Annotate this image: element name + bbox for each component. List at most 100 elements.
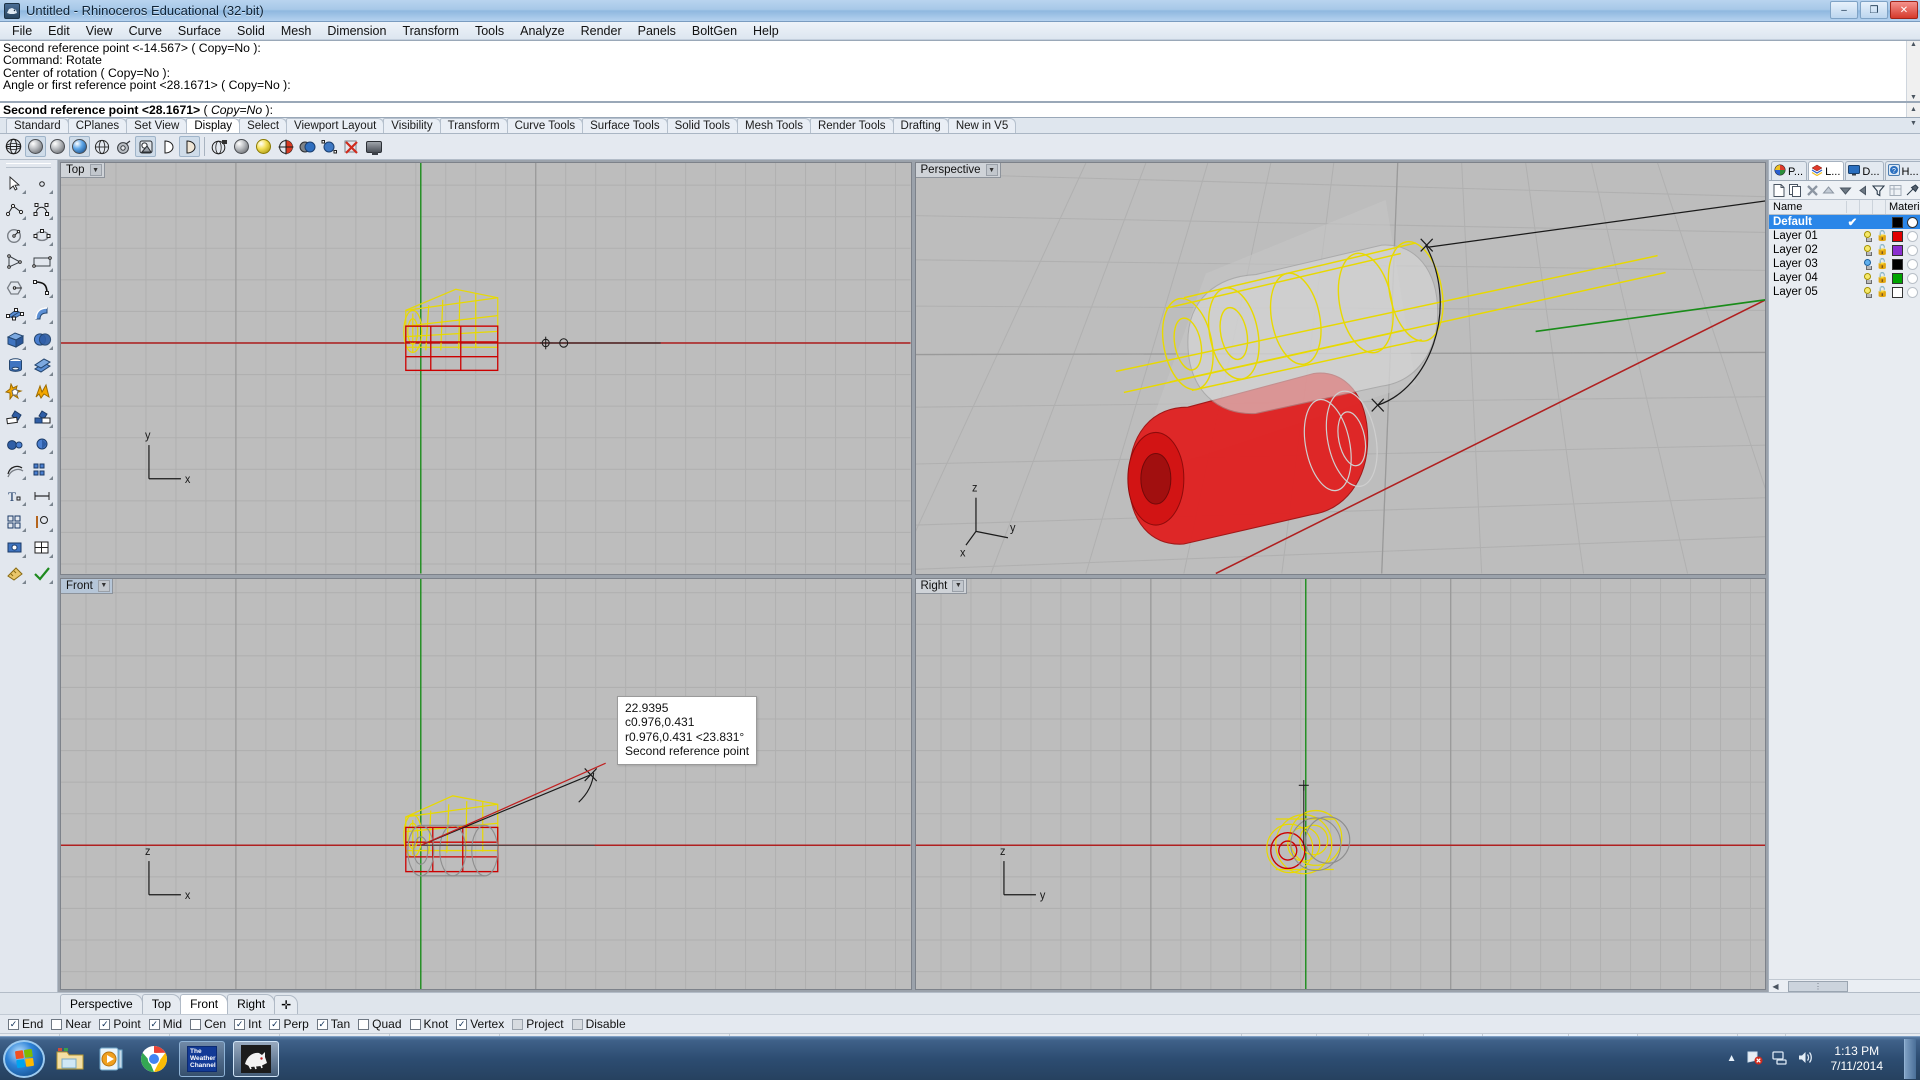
command-history-pane[interactable]: Second reference point <-14.567> ( Copy=… (0, 40, 1920, 102)
layer-visibility-icon[interactable] (1860, 244, 1875, 256)
checkbox-icon[interactable] (409, 1018, 421, 1030)
show-desktop-button[interactable] (1904, 1038, 1916, 1079)
cylinder-icon[interactable] (2, 353, 28, 378)
viewport-tab-right[interactable]: Right (227, 994, 276, 1014)
scrollbar-thumb[interactable]: ⋮ (1788, 980, 1848, 992)
menu-dimension[interactable]: Dimension (319, 23, 394, 39)
tab-new-in-v5[interactable]: New in V5 (947, 118, 1017, 133)
chrome-icon[interactable] (137, 1042, 171, 1076)
extrude-surface-icon[interactable] (29, 301, 55, 326)
trim-icon[interactable] (2, 405, 28, 430)
menu-render[interactable]: Render (573, 23, 630, 39)
layer-visibility-icon[interactable] (1860, 230, 1875, 242)
box-icon[interactable] (2, 327, 28, 352)
layer-visibility-icon[interactable] (1860, 286, 1875, 298)
tab-cplanes[interactable]: CPlanes (67, 118, 128, 133)
sketch-display-icon[interactable] (179, 136, 200, 157)
ellipse-icon[interactable] (29, 223, 55, 248)
viewport-right-canvas[interactable]: z y (915, 578, 1766, 990)
media-player-icon[interactable] (95, 1042, 129, 1076)
layer-color-swatch[interactable] (1890, 230, 1905, 242)
layer-material-swatch[interactable] (1905, 216, 1920, 228)
start-orb-icon[interactable] (3, 1039, 45, 1078)
analyze-icon[interactable] (29, 509, 55, 534)
menu-boltgen[interactable]: BoltGen (684, 23, 745, 39)
command-prompt[interactable]: Second reference point <28.1671> ( Copy=… (0, 102, 1920, 127)
tab-standard[interactable]: Standard (6, 118, 69, 133)
menu-curve[interactable]: Curve (121, 23, 170, 39)
text-icon[interactable]: T (2, 483, 28, 508)
panel-tab-layers[interactable]: L... (1808, 161, 1845, 180)
command-prompt-option[interactable]: Copy=No (211, 103, 262, 117)
xray-display-icon[interactable] (91, 136, 112, 157)
table-row[interactable]: Layer 05 🔓 (1769, 285, 1920, 299)
viewport-perspective-canvas[interactable]: z y x (915, 163, 1766, 574)
curvature-graph-icon[interactable] (319, 136, 340, 157)
menu-mesh[interactable]: Mesh (273, 23, 320, 39)
osnap-tan[interactable]: ✓ Tan (316, 1017, 350, 1031)
viewport-tab-perspective[interactable]: Perspective (60, 994, 143, 1014)
rectangle-icon[interactable] (29, 249, 55, 274)
menu-view[interactable]: View (78, 23, 121, 39)
move-up-icon[interactable] (1821, 182, 1837, 198)
weather-channel-icon[interactable]: The Weather Channel (179, 1040, 225, 1077)
tab-mesh-tools[interactable]: Mesh Tools (737, 118, 811, 133)
render-in-window-icon[interactable] (275, 136, 296, 157)
layer-material-swatch[interactable] (1905, 244, 1920, 256)
dimension-icon[interactable] (29, 483, 55, 508)
scroll-down-icon[interactable]: ▼ (1910, 94, 1917, 101)
pen-display-icon[interactable] (157, 136, 178, 157)
tab-display[interactable]: Display (186, 118, 241, 133)
check-icon[interactable] (29, 561, 55, 586)
point-icon[interactable] (29, 171, 55, 196)
panel-tab-display[interactable]: D... (1845, 161, 1884, 180)
layer-color-swatch[interactable] (1890, 216, 1905, 228)
viewport-right-label[interactable]: Right ▼ (915, 578, 968, 594)
rhinoceros-icon[interactable] (233, 1040, 279, 1077)
layer-visibility-icon[interactable] (1860, 272, 1875, 284)
panel-tab-properties[interactable]: P... (1771, 161, 1808, 180)
osnap-quad[interactable]: Quad (358, 1017, 402, 1031)
viewport-perspective[interactable]: z y x Perspective ▼ (914, 162, 1766, 575)
move-down-icon[interactable] (1838, 182, 1854, 198)
select-arrow-icon[interactable] (2, 171, 28, 196)
viewport-front[interactable]: z x Front ▼ 22.9395 c0.976,0.431 r0.976,… (60, 577, 912, 990)
surface-from-points-icon[interactable] (2, 301, 28, 326)
hide-control-points-icon[interactable] (341, 136, 362, 157)
menu-file[interactable]: File (4, 23, 40, 39)
explorer-icon[interactable] (53, 1042, 87, 1076)
menu-edit[interactable]: Edit (40, 23, 78, 39)
render-preview-icon[interactable] (231, 136, 252, 157)
layer-visibility-icon[interactable] (1860, 258, 1875, 270)
osnap-knot[interactable]: Knot (409, 1017, 448, 1031)
viewport-right[interactable]: z y Right ▼ (914, 577, 1766, 990)
array-icon[interactable] (29, 457, 55, 482)
viewport-front-canvas[interactable]: z x (61, 578, 911, 990)
boolean-difference-icon[interactable] (29, 379, 55, 404)
command-history-scrollbar[interactable]: ▲ ▼ (1906, 41, 1920, 101)
network-icon[interactable] (1771, 1050, 1788, 1068)
osnap-project[interactable]: Project (512, 1017, 564, 1031)
layer-material-swatch[interactable] (1905, 230, 1920, 242)
viewport-top[interactable]: y x Top ▼ (60, 162, 912, 575)
scroll-down-icon[interactable]: ▼ (1910, 117, 1917, 131)
layer-lock-icon[interactable]: 🔓 (1875, 231, 1890, 242)
layer-lock-icon[interactable]: 🔓 (1875, 259, 1890, 270)
show-hidden-icons-icon[interactable]: ▲ (1727, 1053, 1737, 1064)
chevron-down-icon[interactable]: ▼ (97, 579, 110, 592)
arc-icon[interactable] (29, 275, 55, 300)
tab-drafting[interactable]: Drafting (892, 118, 949, 133)
layer-current-check-icon[interactable]: ✔ (1845, 215, 1860, 229)
close-button[interactable]: ✕ (1890, 1, 1918, 19)
layout-icon[interactable] (29, 535, 55, 560)
split-icon[interactable] (29, 405, 55, 430)
flat-shade-icon[interactable] (297, 136, 318, 157)
tab-curve-tools[interactable]: Curve Tools (506, 118, 584, 133)
layer-color-swatch[interactable] (1890, 258, 1905, 270)
viewport-front-label[interactable]: Front ▼ (61, 578, 113, 594)
grid-snap-icon[interactable] (2, 509, 28, 534)
table-row[interactable]: Layer 04 🔓 (1769, 271, 1920, 285)
layer-lock-icon[interactable]: 🔓 (1875, 273, 1890, 284)
offset-icon[interactable] (2, 457, 28, 482)
artistic-display-icon[interactable] (135, 136, 156, 157)
